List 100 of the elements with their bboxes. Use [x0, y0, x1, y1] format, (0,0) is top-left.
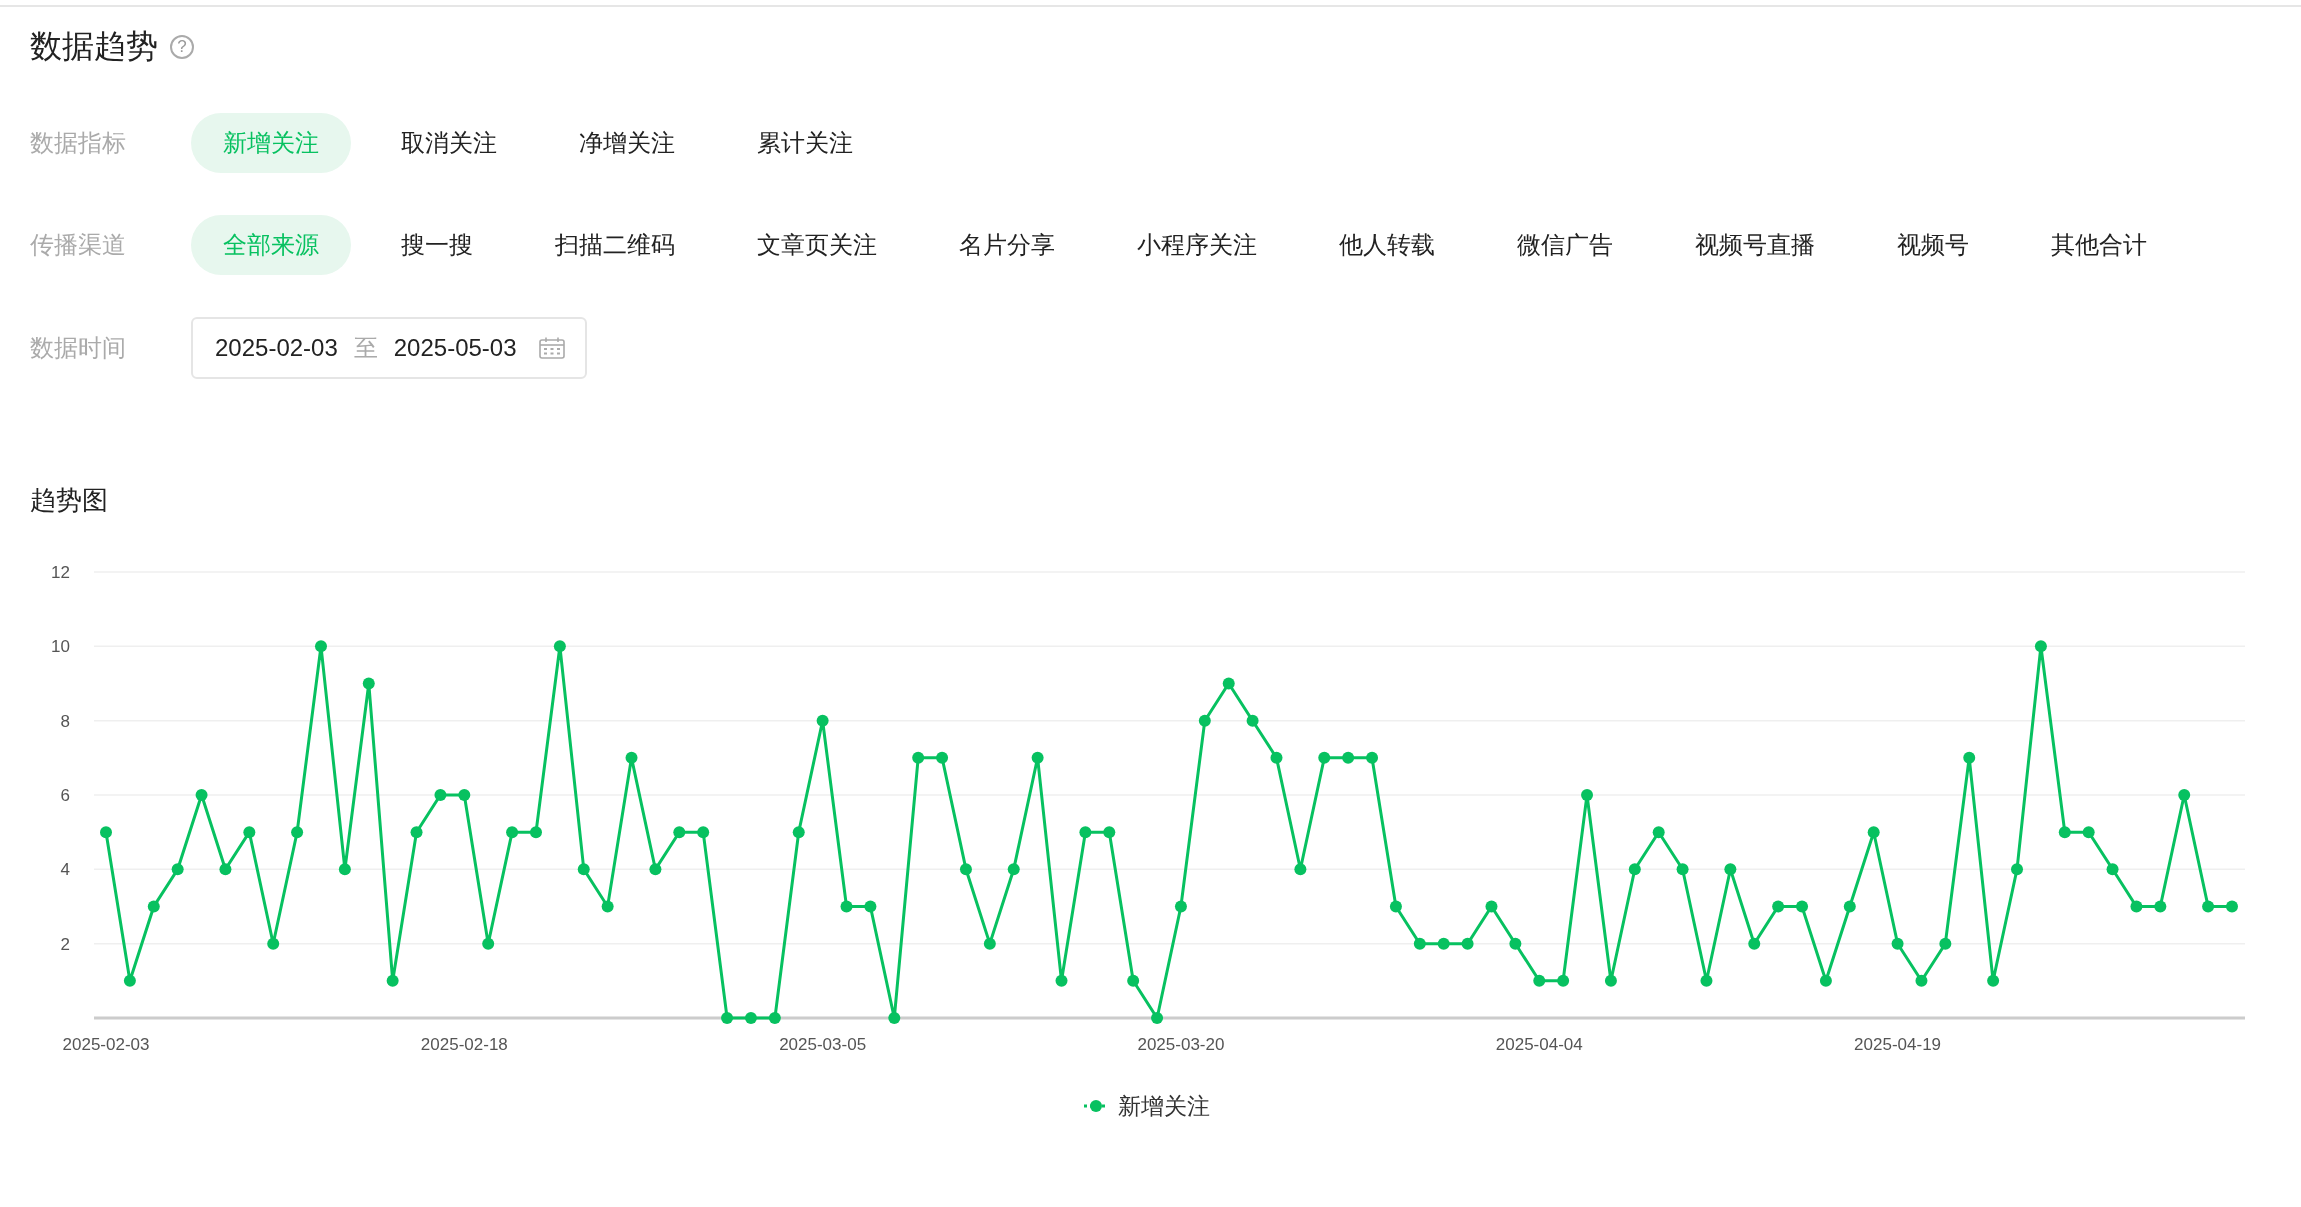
filter-label: 数据时间: [30, 333, 127, 363]
data-point: [1557, 974, 1570, 987]
x-axis-label: 2025-04-04: [1495, 1035, 1583, 1054]
data-point: [1891, 937, 1904, 950]
data-point: [1628, 863, 1641, 876]
data-point: [1127, 974, 1140, 987]
data-point: [864, 900, 877, 913]
data-point: [267, 937, 280, 950]
data-point: [1509, 937, 1522, 950]
filter-option[interactable]: 累计关注: [725, 113, 885, 173]
data-point: [673, 826, 686, 839]
data-point: [315, 640, 327, 653]
data-point: [434, 789, 447, 801]
data-point: [577, 863, 590, 876]
filter-option[interactable]: 视频号直播: [1663, 215, 1847, 275]
legend-marker-icon: [1084, 1100, 1108, 1112]
data-point: [195, 789, 208, 801]
data-point: [2130, 900, 2143, 913]
data-point: [2154, 900, 2167, 913]
x-axis-label: 2025-03-05: [779, 1035, 867, 1054]
data-point: [100, 826, 112, 839]
chart-title: 趋势图: [29, 484, 109, 517]
data-point: [2226, 900, 2238, 913]
data-point: [1700, 974, 1713, 987]
data-point: [2082, 826, 2095, 839]
filter-option[interactable]: 微信广告: [1485, 215, 1645, 275]
data-point: [1342, 751, 1355, 764]
y-axis-label: 2: [60, 934, 70, 954]
x-axis-label: 2025-04-19: [1854, 1035, 1942, 1054]
y-axis-label: 4: [60, 860, 70, 880]
data-point: [625, 751, 638, 764]
filter-option[interactable]: 净增关注: [547, 113, 707, 173]
data-point: [1963, 751, 1976, 764]
data-point: [386, 974, 399, 987]
data-point: [744, 1012, 757, 1024]
data-point: [1604, 974, 1617, 987]
data-point: [410, 826, 423, 839]
data-point: [147, 900, 160, 913]
data-point: [482, 937, 495, 950]
data-point: [1079, 826, 1092, 839]
x-axis-label: 2025-02-18: [420, 1035, 508, 1054]
data-point: [721, 1012, 734, 1024]
data-point: [1915, 974, 1928, 987]
data-point: [1772, 900, 1785, 913]
calendar-icon: [538, 337, 565, 359]
data-point: [171, 863, 184, 876]
data-point: [601, 900, 614, 913]
data-point: [123, 974, 136, 987]
data-point: [1461, 937, 1474, 950]
data-point: [362, 677, 375, 690]
y-axis-label: 10: [51, 637, 70, 657]
data-point: [768, 1012, 781, 1024]
data-point: [2058, 826, 2071, 839]
y-axis-label: 12: [51, 563, 70, 582]
data-point: [983, 937, 996, 950]
filter-option[interactable]: 他人转载: [1307, 215, 1467, 275]
filter-option[interactable]: 取消关注: [369, 113, 529, 173]
data-point: [2178, 789, 2191, 801]
data-point: [530, 826, 542, 839]
data-point: [840, 900, 853, 913]
data-point: [1366, 751, 1379, 764]
data-point: [816, 714, 829, 727]
data-point: [506, 826, 519, 839]
filter-option[interactable]: 其他合计: [2019, 215, 2179, 275]
filter-label: 数据指标: [30, 128, 127, 158]
data-point: [1103, 826, 1116, 839]
section-title: 数据趋势: [30, 27, 158, 66]
filter-option[interactable]: 名片分享: [927, 215, 1087, 275]
y-axis-label: 8: [60, 711, 70, 731]
data-point: [1246, 714, 1259, 727]
data-point: [2034, 640, 2047, 653]
data-point: [1151, 1012, 1164, 1024]
data-point: [1867, 826, 1880, 839]
data-point: [936, 751, 949, 764]
filter-option[interactable]: 小程序关注: [1105, 215, 1289, 275]
data-point: [1533, 974, 1546, 987]
data-point: [1055, 974, 1068, 987]
data-point: [1819, 974, 1832, 987]
date-range-field[interactable]: 2025-02-03 至 2025-05-03: [191, 317, 587, 379]
filter-option[interactable]: 视频号: [1865, 215, 2001, 275]
data-point: [1724, 863, 1737, 876]
filter-option[interactable]: 扫描二维码: [523, 215, 707, 275]
data-point: [2202, 900, 2215, 913]
data-point: [912, 751, 925, 764]
data-point: [458, 789, 471, 801]
x-axis-label: 2025-02-03: [62, 1035, 150, 1054]
data-point: [888, 1012, 901, 1024]
data-point: [1222, 677, 1235, 690]
data-point: [1437, 937, 1450, 950]
filter-option[interactable]: 搜一搜: [369, 215, 505, 275]
data-point: [1843, 900, 1856, 913]
data-point: [219, 863, 232, 876]
data-point: [1581, 789, 1594, 801]
data-point: [1676, 863, 1689, 876]
data-point: [1270, 751, 1283, 764]
filter-option[interactable]: 文章页关注: [725, 215, 909, 275]
data-point: [553, 640, 566, 653]
data-point: [2011, 863, 2023, 876]
legend-label: 新增关注: [1118, 1093, 1210, 1119]
data-point: [2106, 863, 2119, 876]
